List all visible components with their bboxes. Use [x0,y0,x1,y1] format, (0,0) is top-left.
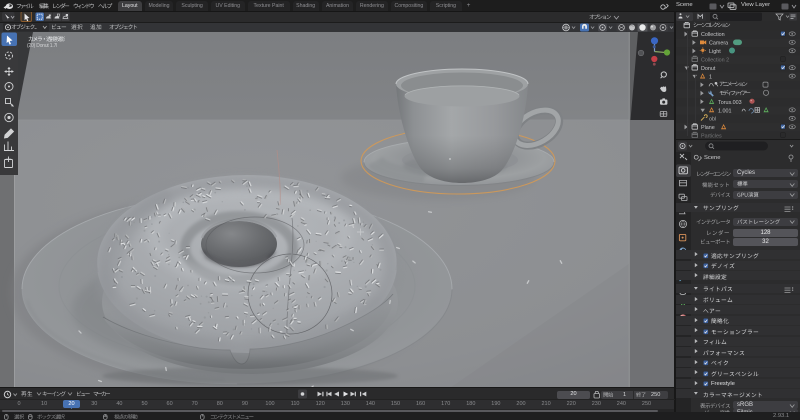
svg-text:Collection: Collection [701,32,725,38]
svg-text:Torus.003: Torus.003 [718,100,742,106]
svg-text:Collection 2: Collection 2 [701,58,729,64]
svg-text:Camera: Camera [709,41,728,47]
svg-text:Light: Light [709,49,721,55]
svg-text:1: 1 [709,75,712,81]
svg-text:1.001: 1.001 [718,108,732,114]
svg-text:Plane: Plane [701,125,715,131]
svg-text:obl: obl [709,117,716,123]
svg-text:Donut: Donut [701,66,716,72]
